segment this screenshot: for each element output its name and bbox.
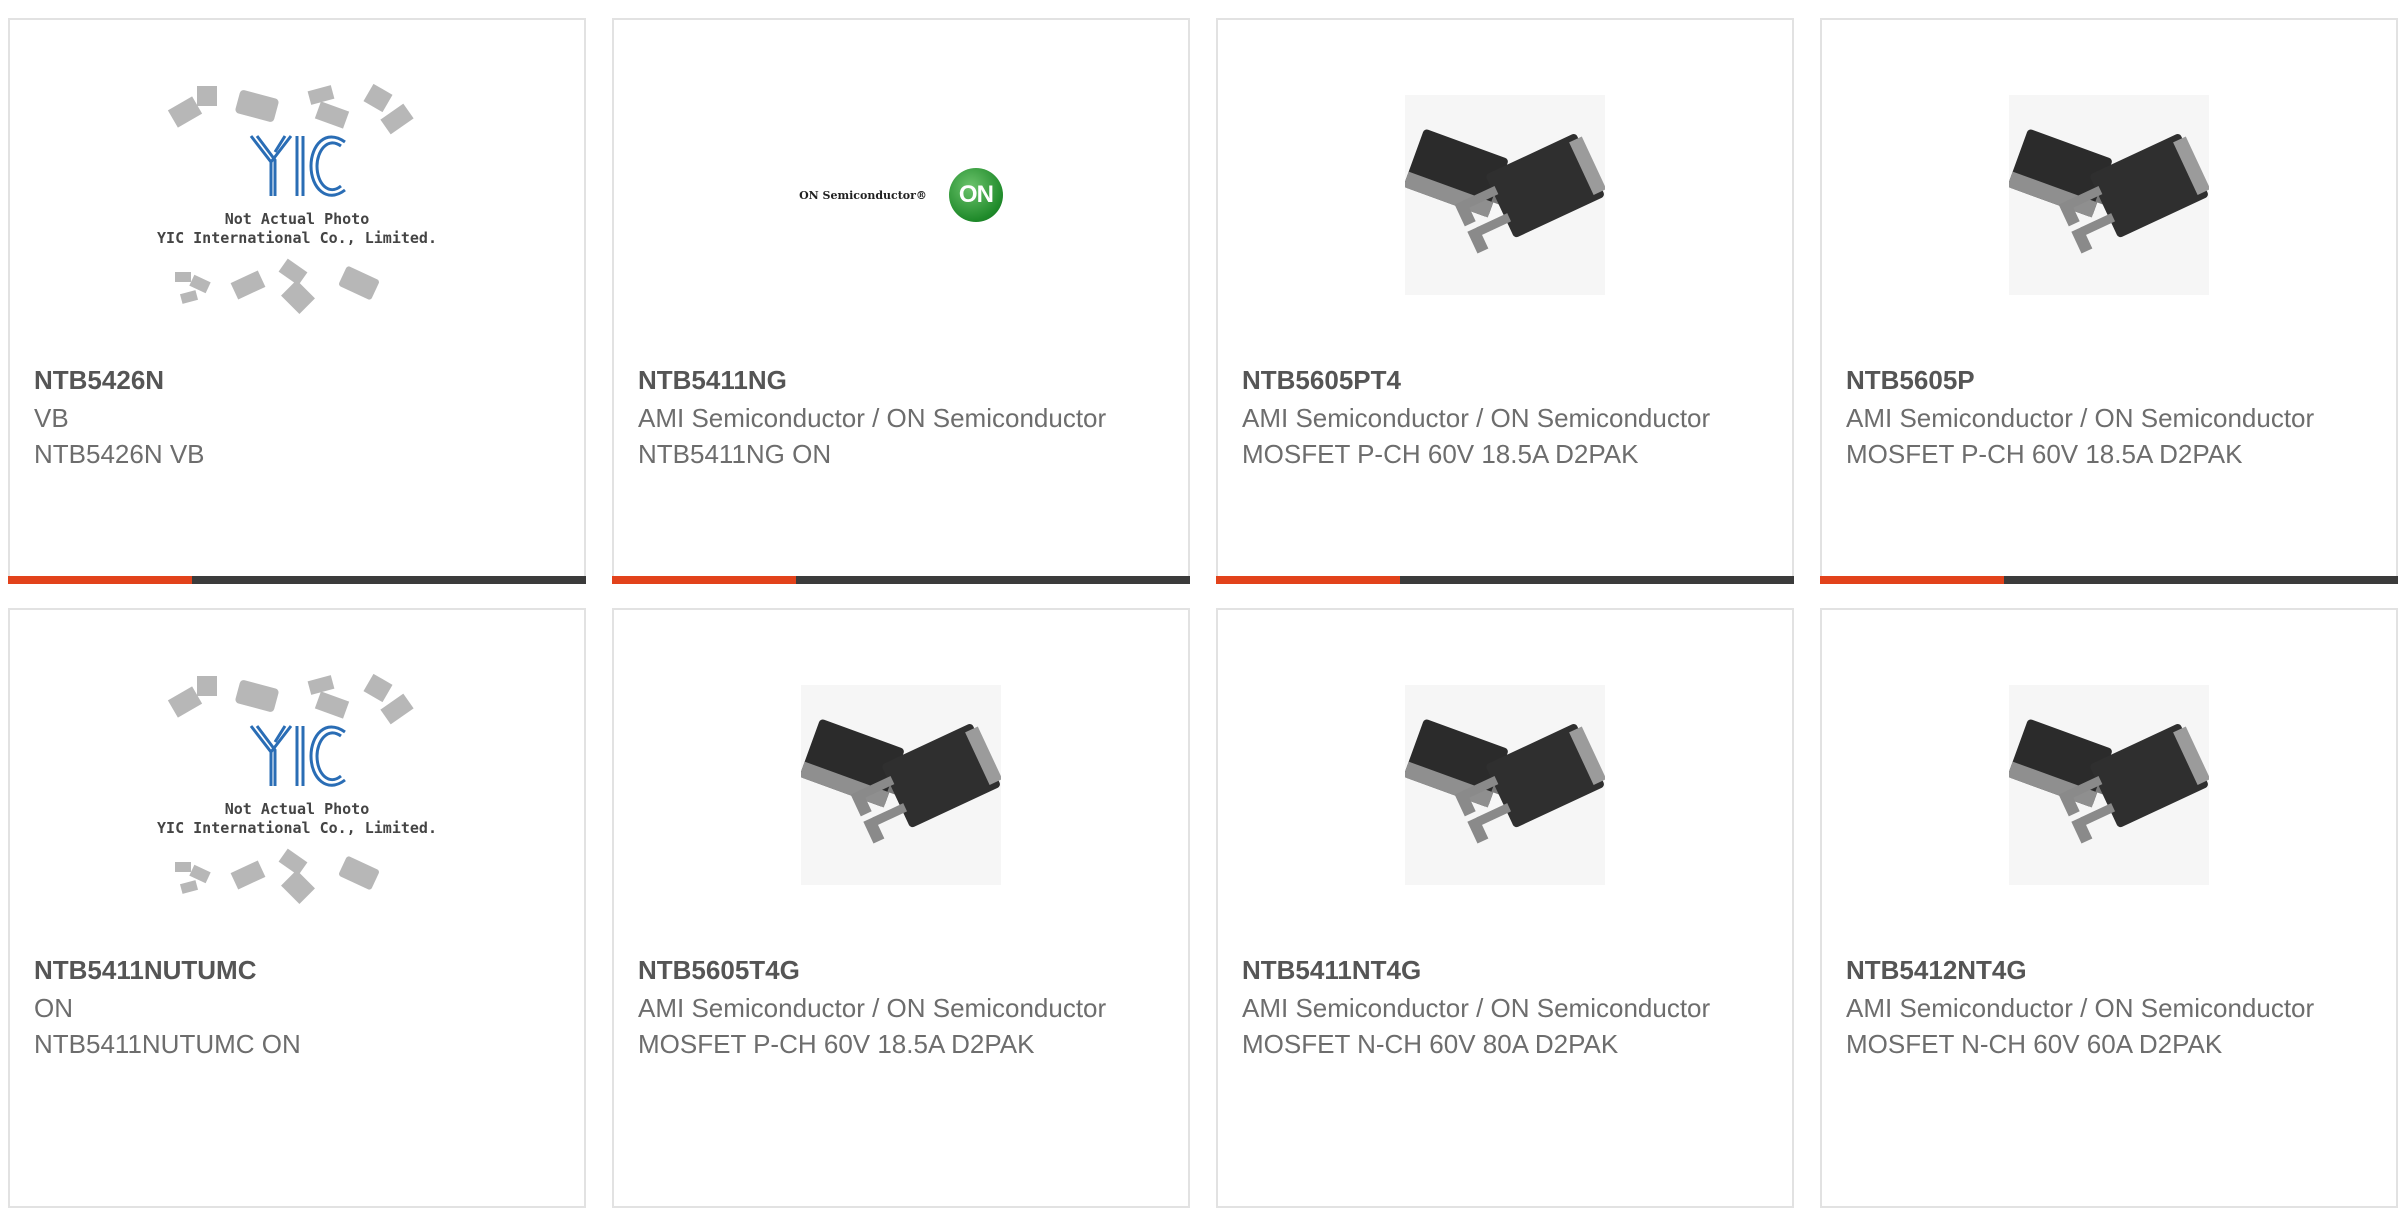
product-card[interactable]: Not Actual Photo YIC International Co., … (8, 608, 586, 1208)
yic-logo-icon (249, 135, 346, 197)
part-number[interactable]: NTB5605T4G (638, 952, 1164, 988)
product-info: NTB5605P AMI Semiconductor / ON Semicond… (1846, 362, 2372, 472)
product-info: NTB5426N VB NTB5426N VB (34, 362, 560, 472)
description: NTB5426N VB (34, 439, 205, 469)
product-thumbnail[interactable] (1969, 80, 2249, 310)
manufacturer: AMI Semiconductor / ON Semiconductor (1242, 403, 1711, 433)
product-info: NTB5605T4G AMI Semiconductor / ON Semico… (638, 952, 1164, 1062)
description: NTB5411NUTUMC ON (34, 1029, 301, 1059)
d2pak-package-icon (1405, 95, 1605, 295)
product-card[interactable]: NTB5412NT4G AMI Semiconductor / ON Semic… (1820, 608, 2398, 1208)
product-thumbnail[interactable]: Not Actual Photo YIC International Co., … (157, 80, 437, 314)
description: MOSFET P-CH 60V 18.5A D2PAK (638, 1029, 1035, 1059)
product-thumbnail[interactable] (761, 670, 1041, 900)
product-info: NTB5411NUTUMC ON NTB5411NUTUMC ON (34, 952, 560, 1062)
product-thumbnail[interactable] (1365, 670, 1645, 900)
card-accent-bar (1820, 576, 2004, 584)
part-number[interactable]: NTB5412NT4G (1846, 952, 2372, 988)
part-number[interactable]: NTB5411NUTUMC (34, 952, 560, 988)
card-bottom-bar (612, 576, 1190, 584)
yic-logo-icon (249, 725, 346, 787)
product-card[interactable]: NTB5605T4G AMI Semiconductor / ON Semico… (612, 608, 1190, 1208)
product-grid: Not Actual Photo YIC International Co., … (8, 18, 2400, 584)
product-thumbnail[interactable]: Not Actual Photo YIC International Co., … (157, 670, 437, 904)
product-info: NTB5411NG AMI Semiconductor / ON Semicon… (638, 362, 1164, 472)
product-info: NTB5412NT4G AMI Semiconductor / ON Semic… (1846, 952, 2372, 1062)
description: MOSFET P-CH 60V 18.5A D2PAK (1242, 439, 1639, 469)
description: MOSFET P-CH 60V 18.5A D2PAK (1846, 439, 2243, 469)
card-bottom-bar (1820, 576, 2398, 584)
yic-placeholder-image: Not Actual Photo YIC International Co., … (157, 670, 437, 904)
d2pak-package-icon (801, 685, 1001, 885)
product-card[interactable]: NTB5605P AMI Semiconductor / ON Semicond… (1820, 18, 2398, 584)
product-thumbnail[interactable] (1365, 80, 1645, 310)
product-card[interactable]: NTB5411NT4G AMI Semiconductor / ON Semic… (1216, 608, 1794, 1208)
part-number[interactable]: NTB5411NT4G (1242, 952, 1768, 988)
product-thumbnail[interactable]: ON Semiconductor® ON (761, 80, 1041, 310)
card-accent-bar (8, 576, 192, 584)
manufacturer: AMI Semiconductor / ON Semiconductor (1846, 403, 2315, 433)
description: NTB5411NG ON (638, 439, 832, 469)
manufacturer: ON (34, 993, 73, 1023)
part-number[interactable]: NTB5411NG (638, 362, 1164, 398)
on-semiconductor-logo: ON Semiconductor® ON (799, 168, 1003, 222)
card-bottom-bar (8, 576, 586, 584)
product-thumbnail[interactable] (1969, 670, 2249, 900)
part-number[interactable]: NTB5426N (34, 362, 560, 398)
manufacturer: AMI Semiconductor / ON Semiconductor (638, 403, 1107, 433)
card-accent-bar (1216, 576, 1400, 584)
d2pak-package-icon (2009, 685, 2209, 885)
card-accent-bar (612, 576, 796, 584)
d2pak-package-icon (1405, 685, 1605, 885)
part-number[interactable]: NTB5605P (1846, 362, 2372, 398)
d2pak-package-icon (2009, 95, 2209, 295)
manufacturer: AMI Semiconductor / ON Semiconductor (638, 993, 1107, 1023)
image-note: Not Actual Photo YIC International Co., … (157, 210, 437, 247)
product-card[interactable]: Not Actual Photo YIC International Co., … (8, 18, 586, 584)
product-info: NTB5605PT4 AMI Semiconductor / ON Semico… (1242, 362, 1768, 472)
description: MOSFET N-CH 60V 60A D2PAK (1846, 1029, 2223, 1059)
description: MOSFET N-CH 60V 80A D2PAK (1242, 1029, 1619, 1059)
image-note: Not Actual Photo YIC International Co., … (157, 800, 437, 837)
product-grid-row-2: Not Actual Photo YIC International Co., … (8, 608, 2400, 1208)
on-logo-text: ON Semiconductor® (799, 188, 927, 202)
manufacturer: VB (34, 403, 69, 433)
yic-placeholder-image: Not Actual Photo YIC International Co., … (157, 80, 437, 314)
product-card[interactable]: ON Semiconductor® ON NTB5411NG AMI Semic… (612, 18, 1190, 584)
on-logo-badge-icon: ON (948, 168, 1003, 222)
manufacturer: AMI Semiconductor / ON Semiconductor (1846, 993, 2315, 1023)
manufacturer: AMI Semiconductor / ON Semiconductor (1242, 993, 1711, 1023)
product-info: NTB5411NT4G AMI Semiconductor / ON Semic… (1242, 952, 1768, 1062)
card-bottom-bar (1216, 576, 1794, 584)
product-card[interactable]: NTB5605PT4 AMI Semiconductor / ON Semico… (1216, 18, 1794, 584)
part-number[interactable]: NTB5605PT4 (1242, 362, 1768, 398)
